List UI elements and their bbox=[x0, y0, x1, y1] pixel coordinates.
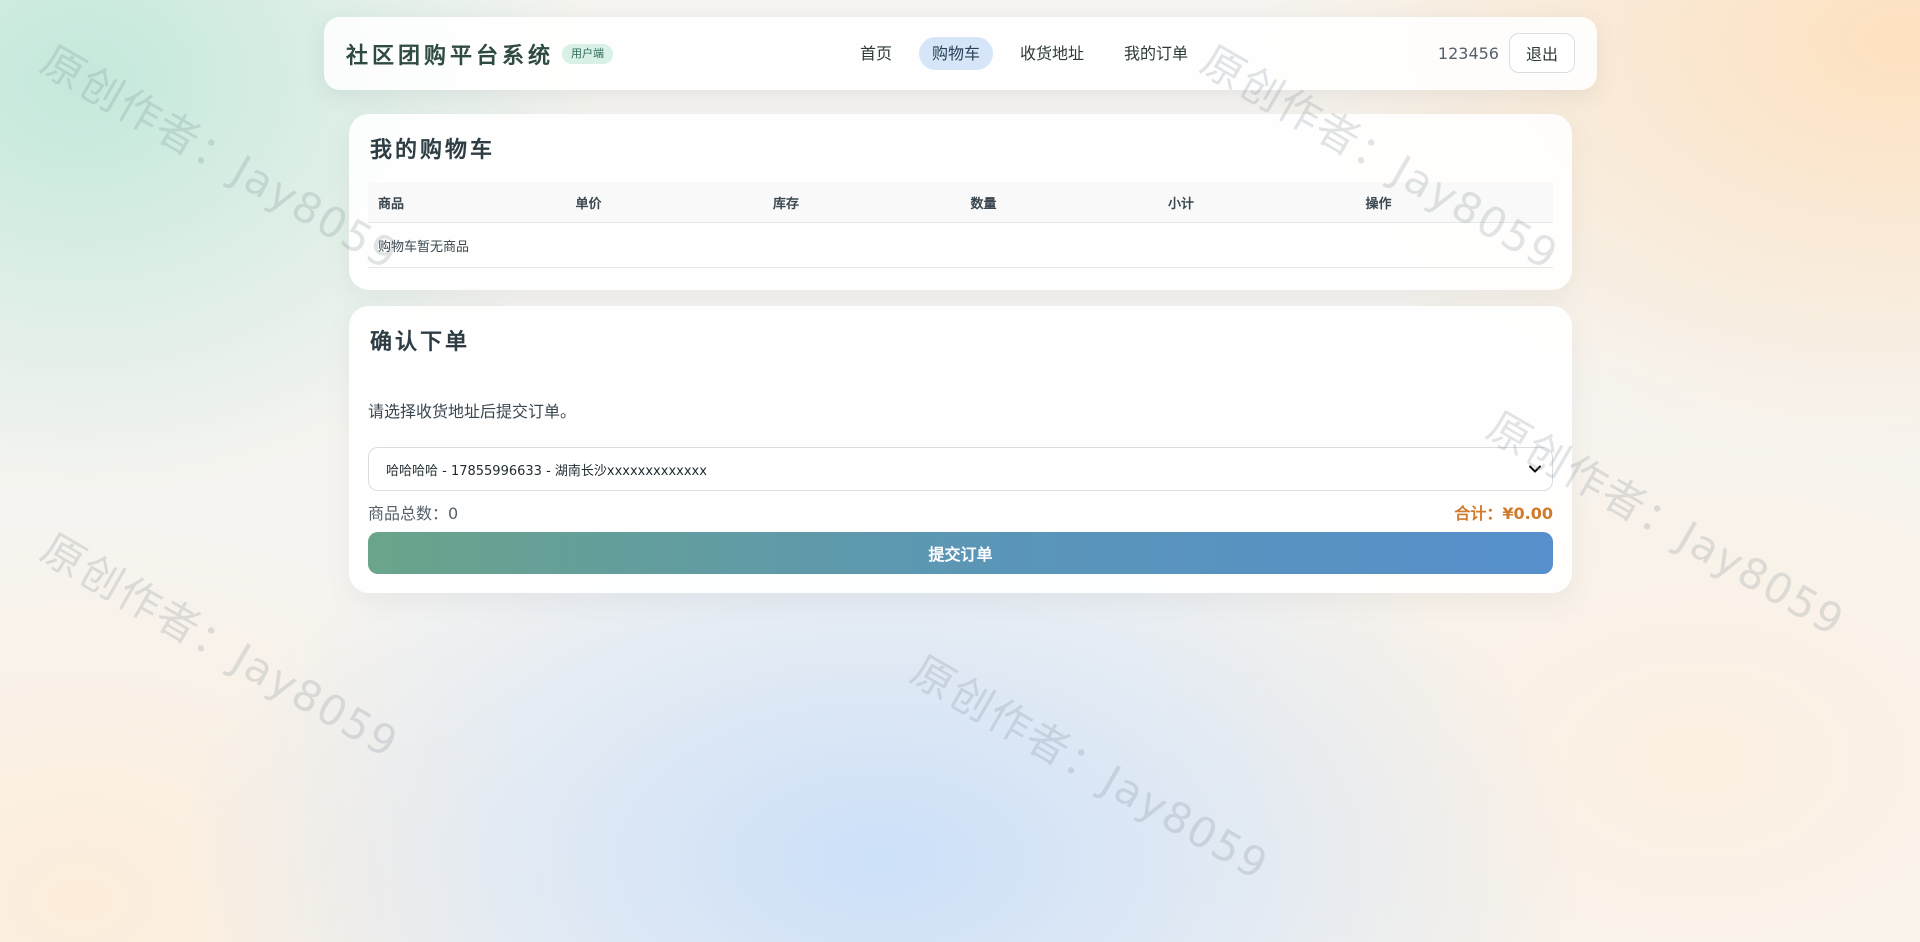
column-header-stock: 库存 bbox=[763, 182, 961, 223]
order-hint: 请选择收货地址后提交订单。 bbox=[368, 402, 577, 421]
main-nav: 首页 购物车 收货地址 我的订单 bbox=[847, 37, 1215, 70]
order-confirm-card: 确认下单 请选择收货地址后提交订单。 哈哈哈哈 - 17855996633 - … bbox=[349, 306, 1572, 593]
cart-table: 商品 单价 库存 数量 小计 操作 购物车暂无商品 bbox=[368, 182, 1553, 268]
chevron-down-icon bbox=[1529, 465, 1541, 473]
total-label: 合计： bbox=[1454, 504, 1503, 523]
username: 123456 bbox=[1437, 43, 1499, 63]
column-header-quantity: 数量 bbox=[960, 182, 1158, 223]
cart-title: 我的购物车 bbox=[370, 137, 496, 163]
user-area: 123456 退出 bbox=[1438, 33, 1575, 73]
table-row: 购物车暂无商品 bbox=[368, 222, 1553, 268]
watermark: 原创作者：Jay8059 bbox=[903, 645, 1278, 891]
logout-button[interactable]: 退出 bbox=[1508, 33, 1575, 73]
submit-order-button[interactable]: 提交订单 bbox=[368, 532, 1553, 574]
item-count-value: 0 bbox=[448, 504, 459, 523]
column-header-subtotal: 小计 bbox=[1158, 182, 1356, 223]
total-value: ¥0.00 bbox=[1502, 504, 1553, 523]
cart-table-header: 商品 单价 库存 数量 小计 操作 bbox=[368, 182, 1553, 223]
nav-item-addresses[interactable]: 收货地址 bbox=[1007, 37, 1097, 70]
order-summary: 商品总数：0 合计：¥0.00 bbox=[368, 500, 1553, 524]
item-count: 商品总数：0 bbox=[368, 500, 458, 524]
cart-card: 我的购物车 商品 单价 库存 数量 小计 操作 购物车暂无商品 bbox=[349, 114, 1572, 290]
nav-item-home[interactable]: 首页 bbox=[847, 37, 905, 70]
column-header-actions: 操作 bbox=[1355, 182, 1553, 223]
selected-address: 哈哈哈哈 - 17855996633 - 湖南长沙xxxxxxxxxxxxx bbox=[386, 463, 707, 479]
role-badge: 用户端 bbox=[562, 43, 614, 64]
nav-item-my-orders[interactable]: 我的订单 bbox=[1111, 37, 1201, 70]
item-count-label: 商品总数： bbox=[368, 504, 449, 523]
top-navigation-bar: 社区团购平台系统 用户端 首页 购物车 收货地址 我的订单 123456 退出 bbox=[324, 17, 1597, 90]
brand-title: 社区团购平台系统 bbox=[346, 42, 555, 69]
order-title: 确认下单 bbox=[370, 329, 471, 355]
brand: 社区团购平台系统 用户端 bbox=[346, 17, 614, 90]
nav-item-cart[interactable]: 购物车 bbox=[919, 37, 994, 70]
order-total: 合计：¥0.00 bbox=[1454, 500, 1553, 524]
column-header-product: 商品 bbox=[368, 182, 566, 223]
cart-empty-message: 购物车暂无商品 bbox=[368, 222, 1553, 268]
address-select[interactable]: 哈哈哈哈 - 17855996633 - 湖南长沙xxxxxxxxxxxxx bbox=[368, 447, 1553, 491]
column-header-unit-price: 单价 bbox=[565, 182, 763, 223]
